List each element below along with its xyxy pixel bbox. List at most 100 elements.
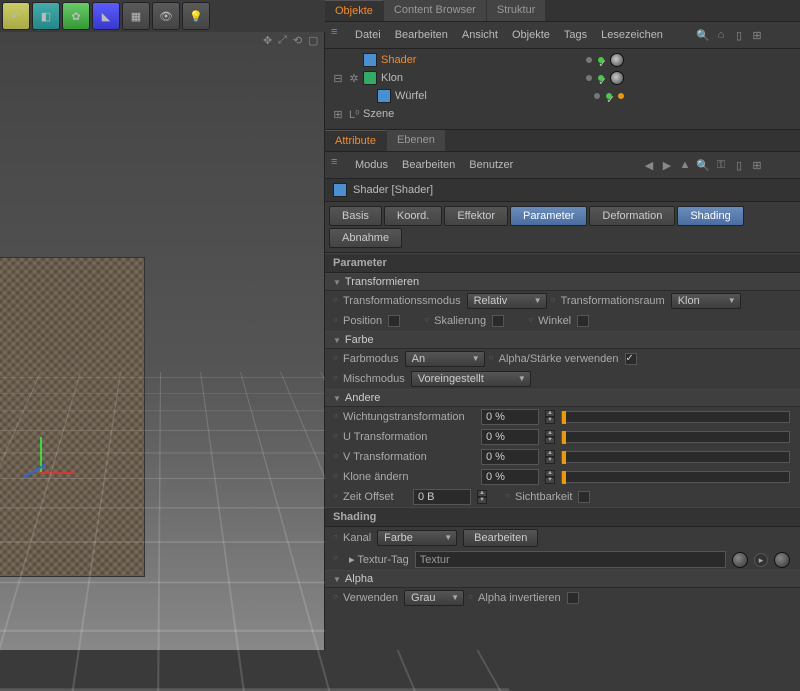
tab-layers[interactable]: Ebenen <box>387 130 446 151</box>
channel-dropdown[interactable]: Farbe <box>377 530 457 546</box>
position-checkbox[interactable] <box>388 315 400 327</box>
tab-structure[interactable]: Struktur <box>487 0 547 21</box>
undo-tool-button[interactable]: ↶ <box>2 2 30 30</box>
tree-label[interactable]: Würfel <box>395 90 427 102</box>
tab-objects[interactable]: Objekte <box>325 0 384 21</box>
objects-menu-objects[interactable]: Objekte <box>512 29 550 41</box>
texture-menu-button[interactable] <box>774 552 790 568</box>
enable-dot[interactable]: ✓ <box>598 57 604 63</box>
angle-checkbox[interactable] <box>577 315 589 327</box>
floor-grid-tool-button[interactable]: ▦ <box>122 2 150 30</box>
weight-slider[interactable] <box>561 411 790 423</box>
time-offset-input[interactable] <box>413 489 471 505</box>
deformer-tool-button[interactable]: ✿ <box>62 2 90 30</box>
binoculars-tool-button[interactable]: 👁 <box>152 2 180 30</box>
transform-space-dropdown[interactable]: Klon <box>671 293 741 309</box>
tree-toggle[interactable]: ⊞ <box>331 108 345 121</box>
attr-fwd-icon[interactable]: ▶ <box>660 158 674 172</box>
tree-sub-toggle[interactable]: L⁰ <box>349 108 359 121</box>
wedge-tool-button[interactable]: ◣ <box>92 2 120 30</box>
cube-poly-tool-button[interactable]: ◧ <box>32 2 60 30</box>
alpha-invert-checkbox[interactable] <box>567 592 579 604</box>
tab-attribute[interactable]: Attribute <box>325 130 387 151</box>
objects-menu-tags[interactable]: Tags <box>564 29 587 41</box>
objects-menu-edit[interactable]: Bearbeiten <box>395 29 448 41</box>
texture-select-button[interactable]: ▸ <box>754 553 768 567</box>
attribute-menu-user[interactable]: Benutzer <box>469 159 513 171</box>
v-spinner[interactable]: ▲▼ <box>545 450 555 464</box>
ptab-koord[interactable]: Koord. <box>384 206 442 226</box>
tree-row-wuerfel[interactable]: Würfel ✓ <box>331 87 794 105</box>
objects-search-icon[interactable]: 🔍 <box>696 28 710 42</box>
objects-expand-icon[interactable]: ⊞ <box>750 28 764 42</box>
tree-label[interactable]: Klon <box>381 72 403 84</box>
ptab-abnahme[interactable]: Abnahme <box>329 228 402 248</box>
v-transform-input[interactable] <box>481 449 539 465</box>
objects-menu-view[interactable]: Ansicht <box>462 29 498 41</box>
viewport-orbit-icon[interactable]: ⟲ <box>293 34 305 46</box>
phong-tag[interactable] <box>618 93 624 99</box>
layer-dot[interactable] <box>586 75 592 81</box>
subheader-other[interactable]: Andere <box>325 389 800 407</box>
layer-dot[interactable] <box>594 93 600 99</box>
u-transform-input[interactable] <box>481 429 539 445</box>
weight-spinner[interactable]: ▲▼ <box>545 410 555 424</box>
alpha-use-checkbox[interactable] <box>625 353 637 365</box>
transform-mode-dropdown[interactable]: Relativ <box>467 293 547 309</box>
colormode-dropdown[interactable]: An <box>405 351 485 367</box>
attr-view-icon[interactable]: ▯ <box>732 158 746 172</box>
objects-view-icon[interactable]: ▯ <box>732 28 746 42</box>
time-spinner[interactable]: ▲▼ <box>477 490 487 504</box>
subheader-transform[interactable]: Transformieren <box>325 273 800 291</box>
objects-panel-options-icon[interactable]: ≡ <box>331 26 337 38</box>
v-transform-slider[interactable] <box>561 451 790 463</box>
ptab-deformation[interactable]: Deformation <box>589 206 675 226</box>
objects-home-icon[interactable]: ⌂ <box>714 28 728 42</box>
attr-back-icon[interactable]: ◀ <box>642 158 656 172</box>
attribute-panel-options-icon[interactable]: ≡ <box>331 156 337 168</box>
ptab-effektor[interactable]: Effektor <box>444 206 508 226</box>
ptab-shading[interactable]: Shading <box>677 206 743 226</box>
attr-up-icon[interactable]: ▲ <box>678 158 692 172</box>
clone-spinner[interactable]: ▲▼ <box>545 470 555 484</box>
tree-row-klon[interactable]: ⊟ ✲ Klon ✓ <box>331 69 794 87</box>
tree-row-szene[interactable]: ⊞ L⁰ Szene <box>331 105 794 123</box>
texture-tag-input[interactable] <box>415 551 726 568</box>
objects-menu-bookmarks[interactable]: Lesezeichen <box>601 29 663 41</box>
enable-dot[interactable]: ✓ <box>598 75 604 81</box>
tree-label[interactable]: Shader <box>381 54 416 66</box>
viewport[interactable]: ✥ ⤢ ⟲ ▢ <box>0 32 325 650</box>
attribute-scroll[interactable]: Parameter Transformieren Transformations… <box>325 253 800 676</box>
visibility-checkbox[interactable] <box>578 491 590 503</box>
texture-picker-button[interactable] <box>732 552 748 568</box>
edit-shader-button[interactable]: Bearbeiten <box>463 529 538 547</box>
tree-toggle[interactable]: ⊟ <box>331 72 345 85</box>
attr-lock-icon[interactable]: ⚿ <box>714 158 728 172</box>
layer-dot[interactable] <box>586 57 592 63</box>
enable-dot[interactable]: ✓ <box>606 93 612 99</box>
ptab-parameter[interactable]: Parameter <box>510 206 587 226</box>
u-spinner[interactable]: ▲▼ <box>545 430 555 444</box>
tree-row-shader[interactable]: Shader ✓ <box>331 51 794 69</box>
u-transform-slider[interactable] <box>561 431 790 443</box>
subheader-color[interactable]: Farbe <box>325 331 800 349</box>
attribute-menu-mode[interactable]: Modus <box>355 159 388 171</box>
tree-label[interactable]: Szene <box>363 108 394 120</box>
material-tag[interactable] <box>610 53 624 67</box>
attribute-menu-edit[interactable]: Bearbeiten <box>402 159 455 171</box>
material-tag[interactable] <box>610 71 624 85</box>
ptab-basis[interactable]: Basis <box>329 206 382 226</box>
viewport-dolly-icon[interactable]: ⤢ <box>278 34 290 46</box>
tree-sub-toggle[interactable]: ✲ <box>349 72 359 85</box>
attr-search-icon[interactable]: 🔍 <box>696 158 710 172</box>
light-tool-button[interactable]: 💡 <box>182 2 210 30</box>
attr-expand-icon[interactable]: ⊞ <box>750 158 764 172</box>
subheader-alpha[interactable]: Alpha <box>325 570 800 588</box>
viewport-pan-icon[interactable]: ✥ <box>263 34 275 46</box>
mixmode-dropdown[interactable]: Voreingestellt <box>411 371 531 387</box>
tab-content-browser[interactable]: Content Browser <box>384 0 487 21</box>
alpha-verwenden-dropdown[interactable]: Grau <box>404 590 464 606</box>
clone-change-slider[interactable] <box>561 471 790 483</box>
viewport-maximize-icon[interactable]: ▢ <box>308 34 320 46</box>
clone-change-input[interactable] <box>481 469 539 485</box>
